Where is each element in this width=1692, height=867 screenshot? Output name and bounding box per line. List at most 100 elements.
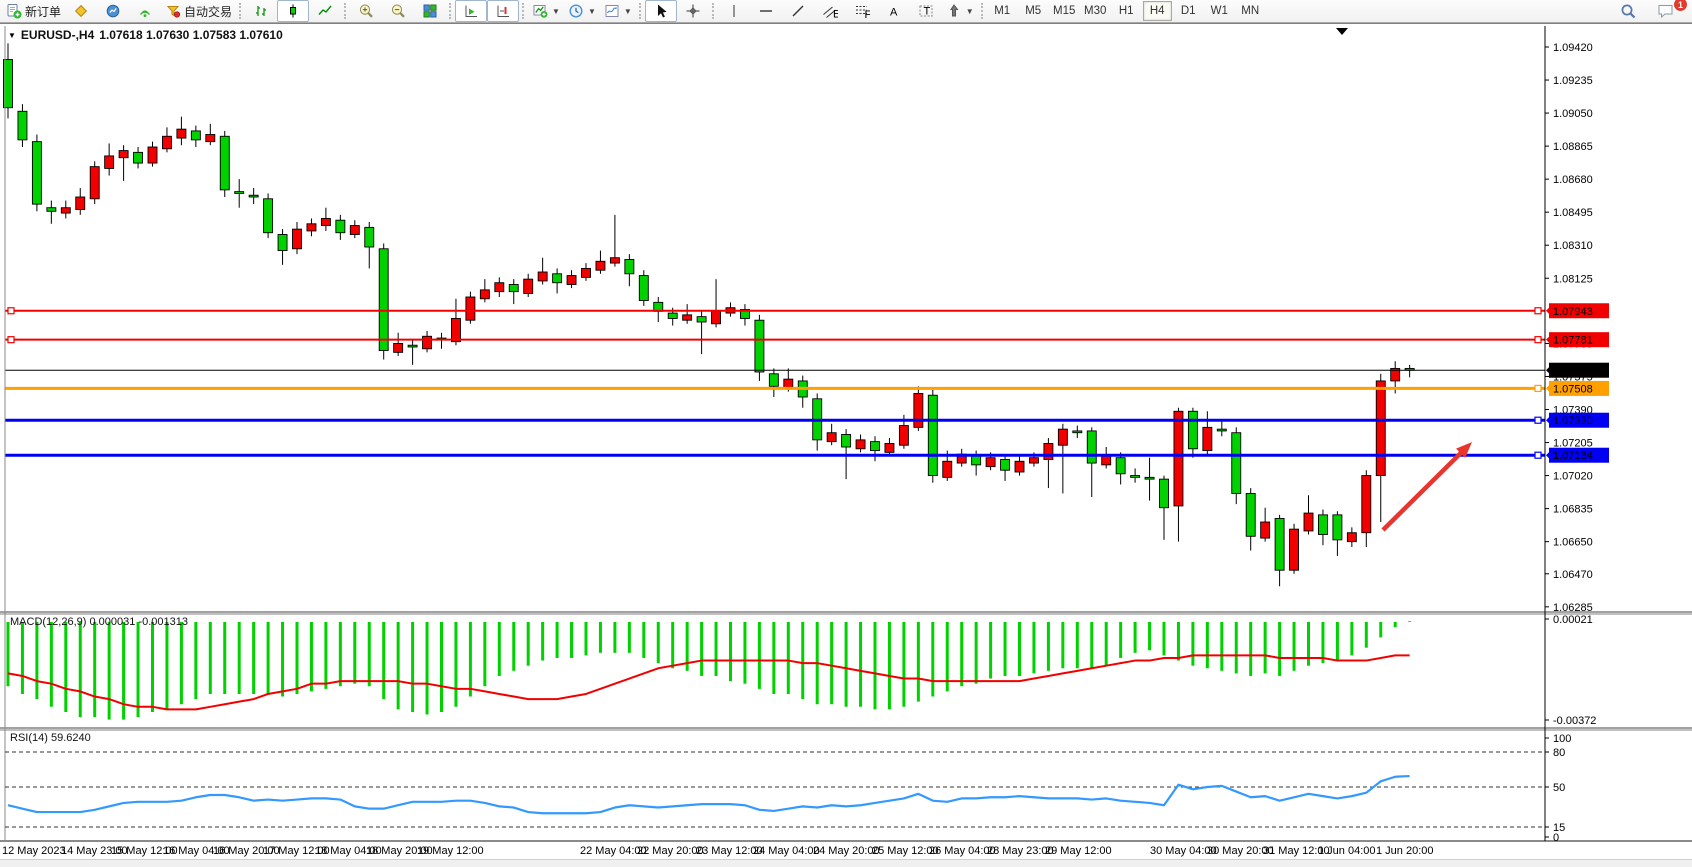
line-handle[interactable] [8, 308, 14, 314]
crosshair-icon [685, 3, 701, 19]
templates-icon [604, 3, 620, 19]
price-tick-label: 1.09235 [1553, 75, 1593, 87]
macd-signal-value: -0.001313 [138, 616, 188, 628]
price-badge-label: 1.07330 [1553, 415, 1593, 427]
cursor-icon [653, 3, 669, 19]
clock-icon [568, 3, 584, 19]
market-watch-button[interactable] [97, 0, 129, 22]
new-order-button[interactable]: 新订单 [2, 0, 65, 22]
autotrading-button[interactable]: 自动交易 [161, 0, 236, 22]
signals-button[interactable] [129, 0, 161, 22]
price-badge-label: 1.07943 [1553, 306, 1593, 318]
time-tick-label: 28 May 23:00 [987, 845, 1054, 857]
svg-text:E: E [833, 9, 838, 20]
vertical-line-button[interactable] [718, 0, 750, 22]
time-tick-label: 1 Jun 20:00 [1376, 845, 1434, 857]
rsi-axis-label: 0 [1553, 832, 1559, 844]
zoom-in-icon [358, 3, 374, 19]
main-toolbar: 新订单 自动交易 ▼ ▼ ▼ E F A T ▼ M1 M5 M15 M30 H… [0, 0, 1692, 23]
auto-scroll-icon [463, 3, 479, 19]
toolbar-grip [449, 3, 451, 19]
line-chart-button[interactable] [309, 0, 341, 22]
chart-legend: ▼ EURUSD-,H4 1.07618 1.07630 1.07583 1.0… [8, 28, 283, 42]
candlestick-icon [285, 3, 301, 19]
time-tick-label: 24 May 20:00 [813, 845, 880, 857]
tile-windows-button[interactable] [414, 0, 446, 22]
auto-scroll-button[interactable] [455, 0, 487, 22]
collapse-triangle-icon[interactable]: ▼ [8, 31, 16, 40]
macd-axis-label: -0.00372 [1553, 715, 1596, 727]
market-watch-icon [105, 3, 121, 19]
price-badge-label: 1.07134 [1553, 450, 1593, 462]
timeframe-m5[interactable]: M5 [1019, 1, 1048, 21]
line-handle[interactable] [1535, 308, 1541, 314]
time-tick-label: 12 May 2023 [2, 845, 66, 857]
cursor-button[interactable] [645, 0, 677, 22]
macd-main-value: 0.000031 [89, 616, 135, 628]
new-order-label: 新订单 [25, 3, 61, 20]
line-handle[interactable] [8, 337, 14, 343]
text-label-button[interactable]: T [910, 0, 942, 22]
rsi-axis-label: 80 [1553, 747, 1565, 759]
time-axis[interactable]: 12 May 202314 May 23:0015 May 12:0016 Ma… [2, 845, 1434, 857]
crosshair-button[interactable] [677, 0, 709, 22]
timeframe-d1[interactable]: D1 [1174, 1, 1203, 21]
fibonacci-button[interactable]: F [846, 0, 878, 22]
timeframe-m1[interactable]: M1 [988, 1, 1017, 21]
rsi-axis-label: 50 [1553, 782, 1565, 794]
rsi-name: RSI(14) [10, 732, 48, 744]
svg-text:T: T [923, 6, 930, 18]
autotrading-label: 自动交易 [184, 3, 232, 20]
chart-shift-icon [495, 3, 511, 19]
price-tick-label: 1.09050 [1553, 108, 1593, 120]
timeframe-m30[interactable]: M30 [1081, 1, 1110, 21]
autotrading-icon [165, 3, 181, 19]
line-handle[interactable] [1535, 452, 1541, 458]
timeframe-mn[interactable]: MN [1236, 1, 1265, 21]
price-tick-label: 1.09420 [1553, 42, 1593, 54]
templates-button[interactable]: ▼ [600, 0, 636, 22]
timeframe-h1[interactable]: H1 [1112, 1, 1141, 21]
chart-symbol-period: EURUSD-,H4 [21, 28, 94, 42]
horizontal-line-button[interactable] [750, 0, 782, 22]
macd-indicator-label: MACD(12,26,9) 0.000031 -0.001313 [10, 616, 188, 628]
rsi-axis-label: 100 [1553, 733, 1571, 745]
search-icon [1620, 3, 1637, 20]
bar-chart-button[interactable] [245, 0, 277, 22]
window-bottom-strip [0, 859, 1692, 867]
arrows-button[interactable]: ▼ [942, 0, 978, 22]
line-handle[interactable] [1535, 385, 1541, 391]
timeframe-w1[interactable]: W1 [1205, 1, 1234, 21]
trendline-button[interactable] [782, 0, 814, 22]
line-handle[interactable] [1535, 337, 1541, 343]
periods-button[interactable]: ▼ [564, 0, 600, 22]
toolbar-grip [639, 3, 641, 19]
signal-icon [137, 3, 153, 19]
search-button[interactable] [1612, 0, 1644, 22]
macd-name: MACD(12,26,9) [10, 616, 86, 628]
zoom-in-button[interactable] [350, 0, 382, 22]
text-button[interactable]: A [878, 0, 910, 22]
timeframe-m15[interactable]: M15 [1050, 1, 1079, 21]
vertical-line-icon [726, 3, 742, 19]
timeframe-h4[interactable]: H4 [1143, 1, 1172, 21]
price-badge-label: 1.07781 [1553, 335, 1593, 347]
price-chart-canvas[interactable]: 1.094201.092351.090501.088651.086801.084… [0, 24, 1692, 866]
chevron-down-icon: ▼ [624, 7, 632, 16]
profiles-button[interactable] [65, 0, 97, 22]
candlestick-chart-button[interactable] [277, 0, 309, 22]
new-order-icon [6, 3, 22, 19]
tile-windows-icon [422, 3, 438, 19]
zoom-out-button[interactable] [382, 0, 414, 22]
chart-shift-button[interactable] [487, 0, 519, 22]
svg-text:A: A [890, 7, 898, 19]
equidistant-channel-button[interactable]: E [814, 0, 846, 22]
profiles-icon [73, 3, 89, 19]
notifications-button[interactable]: 1 [1650, 0, 1682, 22]
time-tick-label: 1 Jun 04:00 [1318, 845, 1376, 857]
horizontal-line-icon [758, 3, 774, 19]
line-handle[interactable] [1535, 417, 1541, 423]
chevron-down-icon: ▼ [588, 7, 596, 16]
time-tick-label: 22 May 20:00 [637, 845, 704, 857]
indicators-button[interactable]: ▼ [528, 0, 564, 22]
